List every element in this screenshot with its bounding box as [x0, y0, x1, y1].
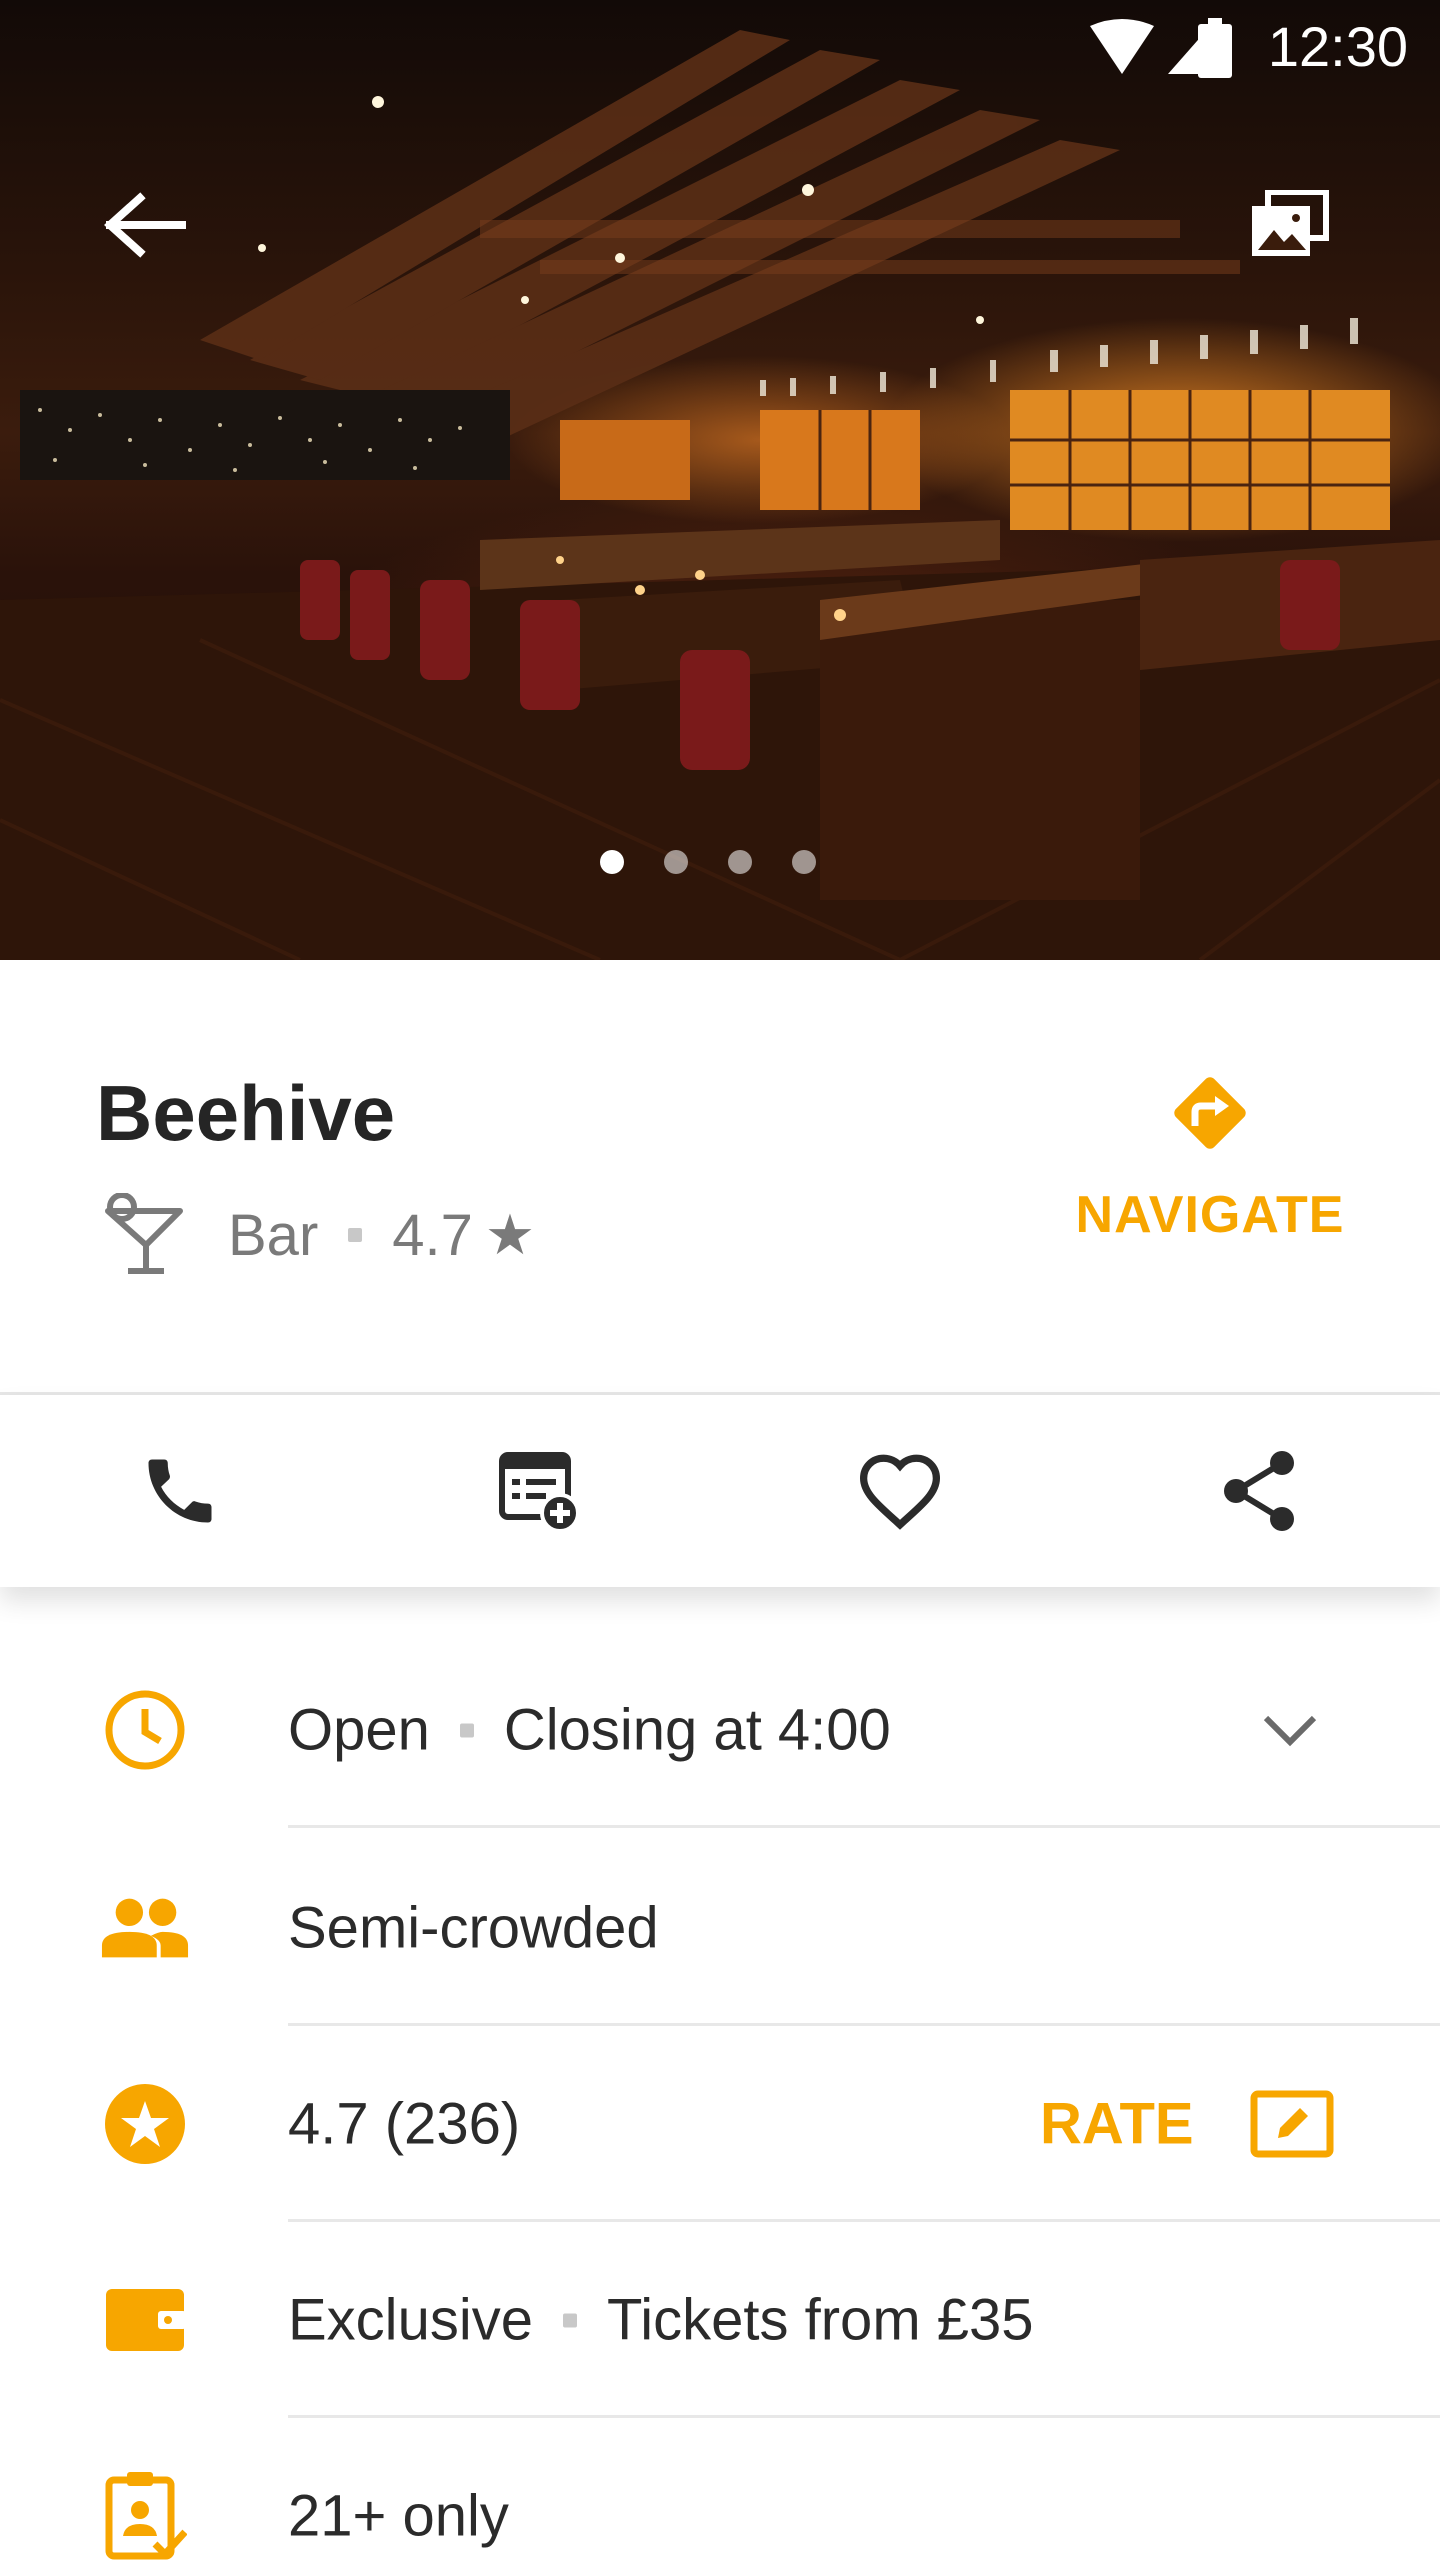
open-status: Open: [288, 1697, 430, 1763]
chevron-down-icon[interactable]: [1260, 1710, 1320, 1750]
price-row: Exclusive Tickets from £35: [0, 2222, 1440, 2418]
dot-separator: [562, 2313, 577, 2327]
share-icon: [1224, 1451, 1294, 1531]
price-tier: Exclusive: [288, 2287, 533, 2353]
cocktail-icon: [105, 1193, 183, 1274]
call-icon: [148, 1459, 212, 1523]
action-bar: [0, 1395, 1440, 1587]
crowd-text: Semi-crowded: [288, 1895, 659, 1961]
place-meta: Bar 4.7 ★: [100, 1190, 535, 1280]
price-text: Exclusive Tickets from £35: [288, 2287, 1034, 2354]
pager-dot[interactable]: [728, 850, 752, 874]
dot-separator: [459, 1723, 474, 1737]
star-icon: ★: [484, 1203, 536, 1266]
restaurant-photo: [0, 30, 1440, 960]
place-category: Bar: [228, 1202, 319, 1268]
directions-icon: [1174, 1077, 1246, 1149]
closing-time: Closing at 4:00: [503, 1697, 891, 1763]
arrow-back-icon: [104, 192, 186, 258]
divider: [288, 1825, 1440, 1828]
pager-dot[interactable]: [664, 850, 688, 874]
call-button[interactable]: [0, 1395, 360, 1587]
add-to-calendar-button[interactable]: [360, 1395, 720, 1587]
heart-icon: [859, 1454, 941, 1530]
photo-library-icon: [1252, 189, 1329, 256]
rating-star-icon: [100, 2079, 190, 2169]
calendar-add-icon: [499, 1452, 580, 1533]
back-button[interactable]: [100, 190, 190, 260]
image-pager-dots[interactable]: [600, 850, 816, 874]
people-icon: [100, 1883, 190, 1973]
hero-image[interactable]: 12:30: [0, 0, 1440, 960]
age-text: 21+ only: [288, 2483, 509, 2549]
status-bar: 12:30: [0, 0, 1440, 96]
battery-icon: [1198, 18, 1232, 78]
photo-gallery-button[interactable]: [1250, 189, 1330, 260]
dot-separator: [348, 1228, 363, 1242]
wifi-icon: [1090, 19, 1154, 74]
rating-text: 4.7 (236): [288, 2091, 521, 2157]
rate-button[interactable]: RATE: [1040, 2091, 1194, 2158]
wallet-icon: [100, 2275, 190, 2365]
status-time: 12:30: [1267, 15, 1408, 78]
navigate-button[interactable]: NAVIGATE: [1060, 1070, 1360, 1270]
clock-icon: [100, 1685, 190, 1775]
pager-dot[interactable]: [600, 850, 624, 874]
id-check-icon: [100, 2471, 190, 2560]
navigate-label: NAVIGATE: [1075, 1186, 1345, 1244]
favorite-button[interactable]: [720, 1395, 1080, 1587]
age-row: 21+ only: [0, 2418, 1440, 2560]
pager-dot[interactable]: [792, 850, 816, 874]
place-name: Beehive: [96, 1069, 396, 1157]
share-button[interactable]: [1080, 1395, 1440, 1587]
crowd-row: Semi-crowded: [0, 1830, 1440, 2026]
place-rating: 4.7: [392, 1202, 473, 1268]
ticket-price: Tickets from £35: [606, 2287, 1034, 2353]
rating-row: 4.7 (236) RATE: [0, 2026, 1440, 2222]
hours-row[interactable]: Open Closing at 4:00: [0, 1632, 1440, 1828]
hours-text: Open Closing at 4:00: [288, 1697, 891, 1764]
edit-icon[interactable]: [1250, 2090, 1334, 2158]
